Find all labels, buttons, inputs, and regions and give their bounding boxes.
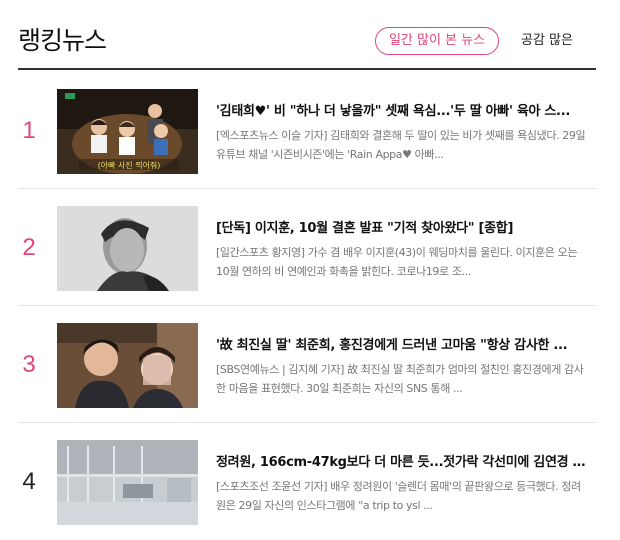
rank-number: 4 <box>22 468 36 495</box>
section-title: 랭킹뉴스 <box>18 26 107 55</box>
rank-number: 3 <box>22 351 36 378</box>
rank-number: 1 <box>22 117 36 144</box>
article-summary: [SBS연예뉴스 | 김지혜 기자] 故 최진실 딸 최준희가 엄마의 절친인 … <box>216 363 584 395</box>
article-thumbnail[interactable]: (아빠 사진 찍어줘) <box>57 89 198 174</box>
tab-daily-most-viewed[interactable]: 일간 많이 본 뉴스 <box>375 27 499 55</box>
article-headline[interactable]: '故 최진실 딸' 최준희, 홍진경에게 드러낸 고마움 "항상 감사한 ... <box>216 336 588 356</box>
news-list: 1 (아빠 사진 찍어줘) '김태희♥' 비 "하나 더 낳을까" 셋째 욕심.… <box>18 72 596 540</box>
rank-number: 2 <box>22 234 36 261</box>
article-summary: [스포츠조선 조윤선 기자] 배우 정려원이 '슬렌더 몸매'의 끝판왕으로 등… <box>216 480 581 512</box>
list-item[interactable]: 1 (아빠 사진 찍어줘) '김태희♥' 비 "하나 더 낳을까" 셋째 욕심.… <box>18 72 596 189</box>
section-header: 랭킹뉴스 일간 많이 본 뉴스 공감 많은 <box>18 0 596 70</box>
list-item[interactable]: 4 정려원, 166cm-47kg보다 더 마른 듯...젓가락 각선미에 김연… <box>18 423 596 540</box>
article-summary: [일간스포츠 황지영] 가수 겸 배우 이지훈(43)이 웨딩마치를 울린다. … <box>216 246 578 278</box>
article-summary: [엑스포츠뉴스 이슬 기자] 김태희와 결혼해 두 딸이 있는 비가 셋째를 욕… <box>216 129 586 161</box>
article-headline[interactable]: 정려원, 166cm-47kg보다 더 마른 듯...젓가락 각선미에 김연경 … <box>216 453 588 473</box>
list-item[interactable]: 2 [단독] 이지훈, 10월 결혼 발표 "기적 찾아왔다" [종합] [일간… <box>18 189 596 306</box>
article-thumbnail[interactable] <box>57 440 198 525</box>
article-headline[interactable]: '김태희♥' 비 "하나 더 낳을까" 셋째 욕심...'두 딸 아빠' 육아 … <box>216 102 588 122</box>
thumbnail-caption: (아빠 사진 찍어줘) <box>98 160 161 170</box>
tab-most-liked[interactable]: 공감 많은 <box>521 27 573 55</box>
article-thumbnail[interactable] <box>57 323 198 408</box>
article-headline[interactable]: [단독] 이지훈, 10월 결혼 발표 "기적 찾아왔다" [종합] <box>216 219 588 239</box>
ranking-news-widget: 랭킹뉴스 일간 많이 본 뉴스 공감 많은 1 (아빠 사진 찍어줘) '김태희… <box>0 0 620 525</box>
list-item[interactable]: 3 '故 최진실 딸' 최준희, 홍진경에게 드러낸 고마움 "항상 감사한 .… <box>18 306 596 423</box>
article-thumbnail[interactable] <box>57 206 198 291</box>
